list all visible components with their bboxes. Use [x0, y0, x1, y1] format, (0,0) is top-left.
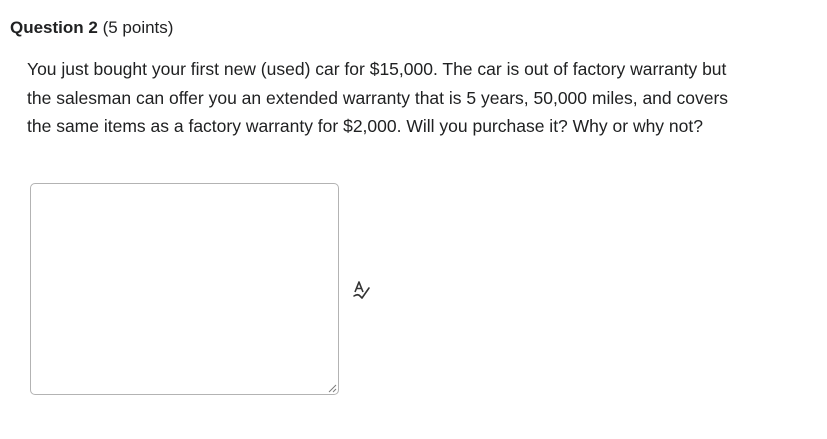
question-points: (5 points)	[97, 18, 174, 37]
question-title: Question 2	[10, 18, 98, 37]
answer-textarea[interactable]	[30, 183, 339, 395]
resize-handle-icon[interactable]	[328, 384, 337, 393]
question-header: Question 2 (5 points)	[10, 17, 173, 39]
question-container: Question 2 (5 points) You just bought yo…	[0, 0, 827, 439]
question-text: You just bought your first new (used) ca…	[27, 59, 729, 136]
spell-check-icon[interactable]	[351, 279, 373, 301]
